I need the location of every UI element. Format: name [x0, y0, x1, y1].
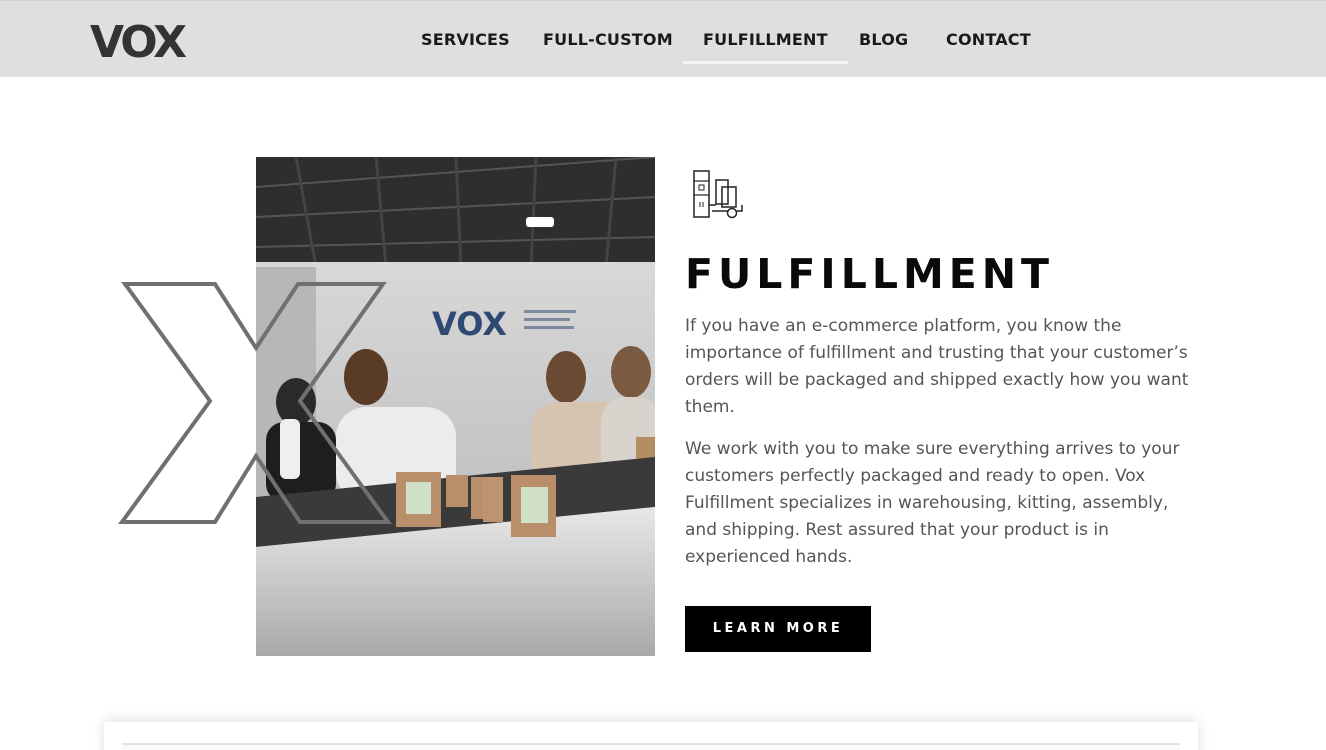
page-title: FULFILLMENT	[685, 250, 1055, 298]
main-nav: SERVICES FULL-CUSTOM FULFILLMENT BLOG CO…	[0, 1, 1326, 78]
next-section-card	[104, 722, 1198, 750]
details-paragraph: We work with you to make sure everything…	[685, 439, 1180, 567]
nav-item-services[interactable]: SERVICES	[421, 30, 510, 52]
learn-more-button[interactable]: LEARN MORE	[685, 606, 871, 652]
site-header: VOX SERVICES FULL-CUSTOM FULFILLMENT BLO…	[0, 0, 1326, 77]
nav-item-blog[interactable]: BLOG	[859, 30, 908, 52]
x-outline-graphic	[118, 282, 392, 524]
next-section-inner	[122, 743, 1180, 750]
warehouse-hand-truck-icon	[692, 169, 746, 219]
nav-item-fulfillment[interactable]: FULFILLMENT	[683, 30, 848, 64]
intro-paragraph: If you have an e-commerce platform, you …	[685, 316, 1189, 417]
nav-item-contact[interactable]: CONTACT	[946, 30, 1031, 52]
nav-item-full-custom[interactable]: FULL-CUSTOM	[543, 30, 673, 52]
photo-sign-text: VOX	[432, 305, 507, 343]
